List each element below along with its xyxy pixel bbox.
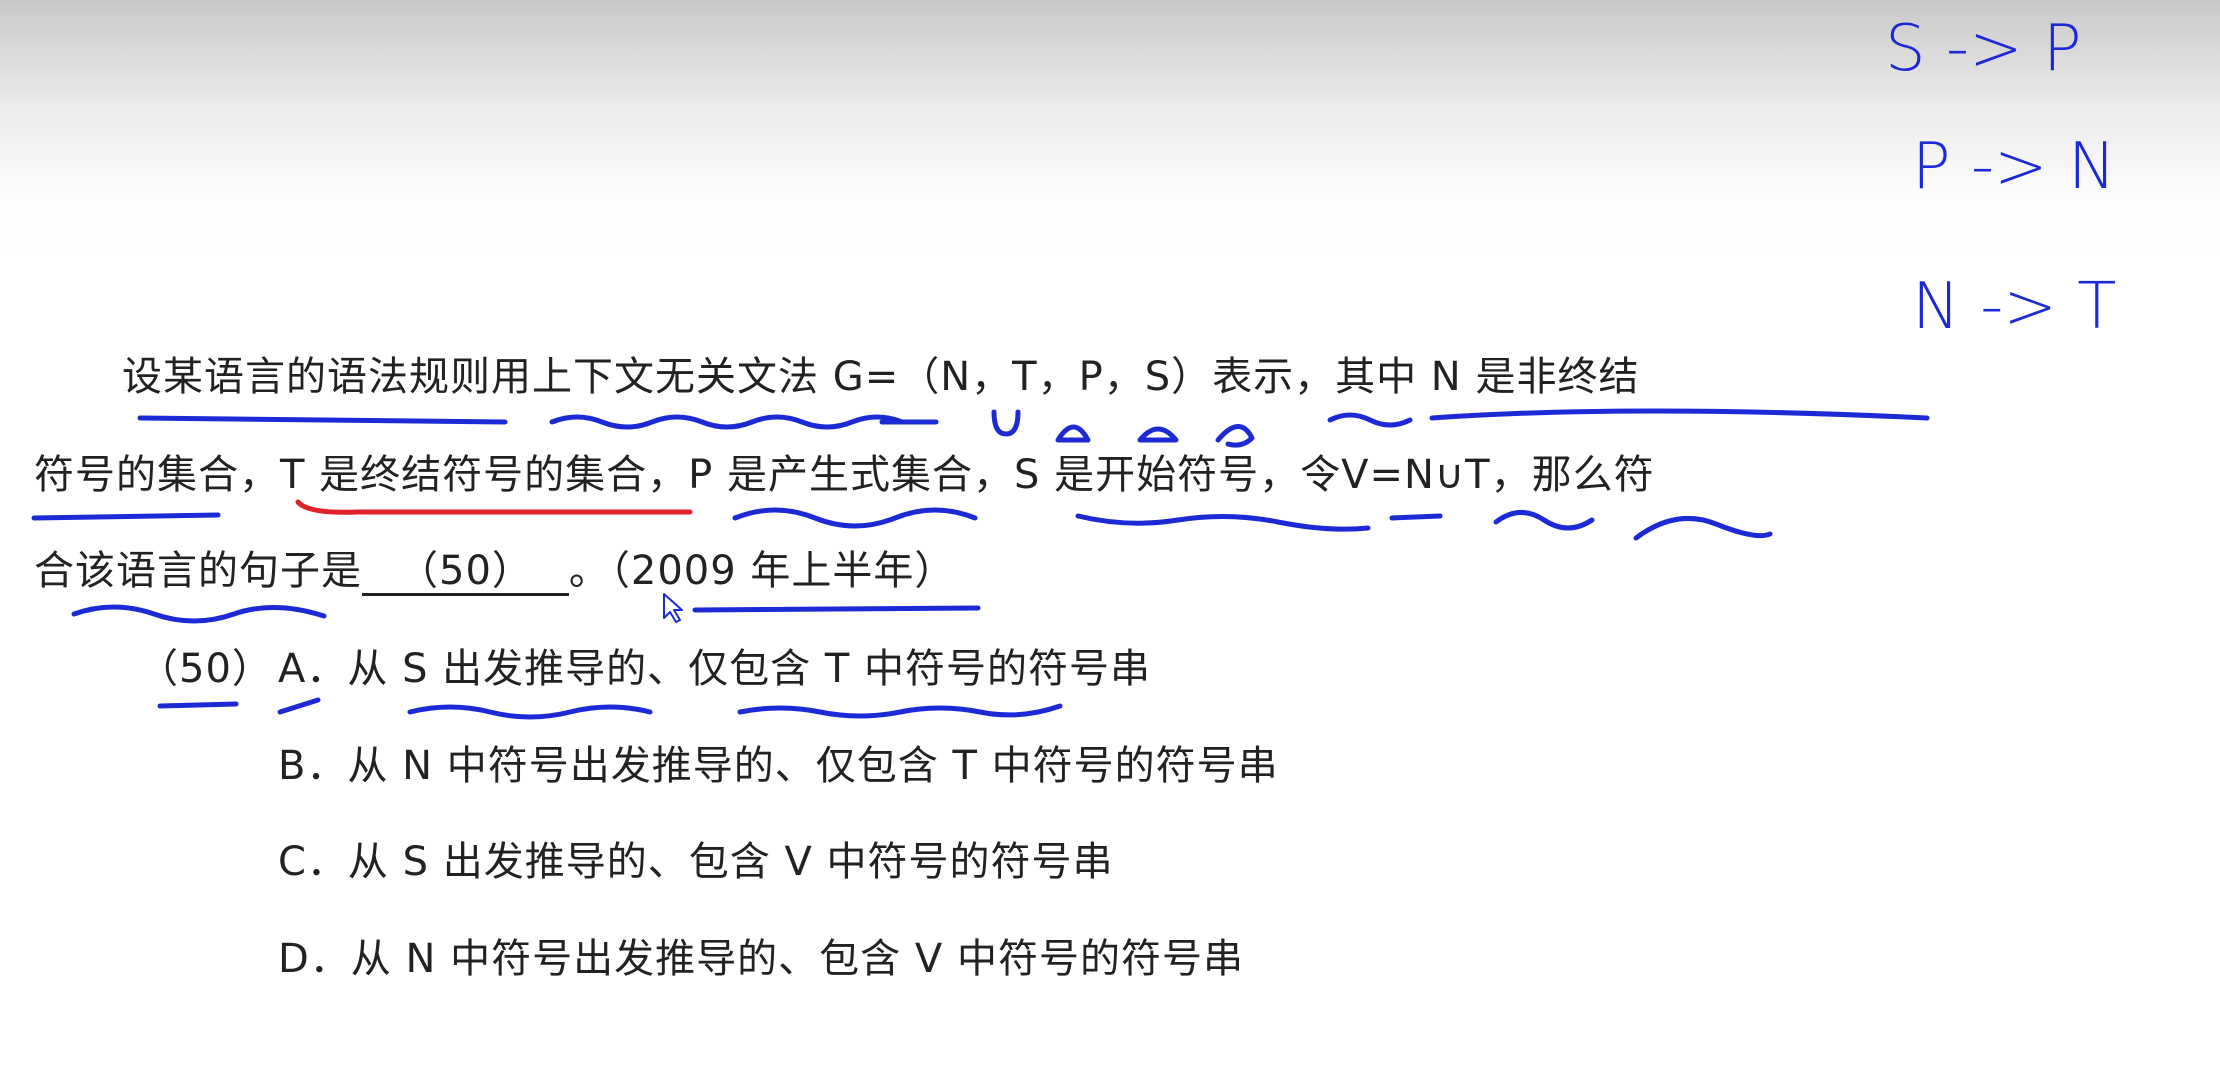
handwritten-rule-3: N -> T [1912,270,2117,344]
swoosh-under-nafu [1633,516,1773,541]
option-d[interactable]: D．从 N 中符号出发推导的、包含 V 中符号的符号串 [278,935,1244,983]
question-line-3: 合该语言的句子是 （50） 。（2009 年上半年） [34,547,955,596]
document-page: 设某语言的语法规则用上下文无关文法 G=（N，T，P，S）表示，其中 N 是非终… [0,0,2220,1065]
underline-grammar-rule [137,415,508,425]
wavy-underline-sentence [71,604,327,624]
underline-nonterminal [1429,408,1930,421]
handwritten-rule-1: S -> P [1885,12,2082,86]
red-underline-terminal [295,499,693,515]
wavy-underline-cfg [549,414,905,430]
underline-symbol-set [31,512,221,521]
question-line-3-prefix: 合该语言的句子是 [34,548,362,594]
question-line-2: 符号的集合，T 是终结符号的集合，P 是产生式集合，S 是开始符号，令V=N∪T… [34,452,1655,498]
question-number: （50） [138,646,273,692]
wavy-underline-only-t [737,703,1063,719]
tilde-under-v [1493,510,1595,531]
answer-blank: （50） [362,549,569,596]
option-b[interactable]: B．从 N 中符号出发推导的、仅包含 T 中符号的符号串 [278,742,1279,790]
pen-annotations [31,408,1930,720]
tilde-under-biaoshi [1327,412,1413,428]
mark-under-p [1137,426,1179,443]
question-line-1: 设某语言的语法规则用上下文无关文法 G=（N，T，P，S）表示，其中 N 是非终… [122,354,1640,400]
mark-under-n [991,409,1021,437]
wavy-underline-start-symbol [1075,513,1371,532]
option-a[interactable]: A．从 S 出发推导的、仅包含 T 中符号的符号串 [278,645,1151,693]
underline-year [692,605,981,613]
question-line-3-suffix: 。（2009 年上半年） [568,548,956,594]
mark-under-t [1055,424,1091,443]
cursor-icon [663,593,683,623]
mark-under-s [1215,424,1255,448]
wavy-underline-from-s [407,704,653,720]
dash-under-ling [1389,513,1443,521]
option-c[interactable]: C．从 S 出发推导的、包含 V 中符号的符号串 [278,838,1114,886]
wavy-underline-production [732,507,978,529]
handwritten-rule-2: P -> N [1912,130,2116,204]
dash-under-a [277,697,321,715]
underline-50 [157,701,239,709]
